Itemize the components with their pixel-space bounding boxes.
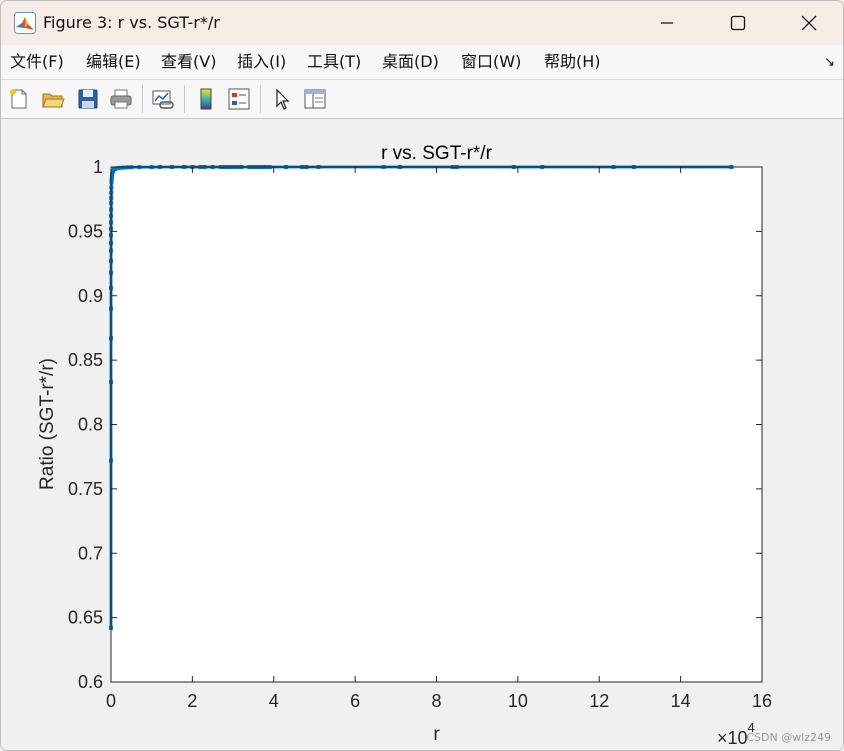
menu-overflow-arrow-icon[interactable]: ↘ xyxy=(824,55,835,70)
x-tick-label: 4 xyxy=(269,691,279,711)
x-tick-label: 10 xyxy=(508,691,528,711)
x-tick-label: 16 xyxy=(752,691,772,711)
x-tick-label: 2 xyxy=(187,691,197,711)
x-tick-label: 12 xyxy=(589,691,609,711)
x-axis-label: r xyxy=(433,724,440,745)
pointer-button[interactable] xyxy=(269,86,295,112)
maximize-button[interactable] xyxy=(708,1,768,45)
chart-title: r vs. SGT-r*/r xyxy=(381,143,493,164)
print-button[interactable] xyxy=(108,86,134,112)
legend-icon xyxy=(228,88,250,110)
legend-button[interactable] xyxy=(226,86,252,112)
open-file-icon xyxy=(42,93,65,108)
menu-file[interactable]: 文件(F) xyxy=(10,52,64,72)
matlab-icon xyxy=(14,12,36,34)
x-exponent-base: ×10 xyxy=(717,728,748,748)
new-figure-icon xyxy=(10,89,27,109)
scatter-plot[interactable]: 0 2 4 6 8 10 12 14 16 0.6 0.65 0.7 0.75 0.8 0.85 0.9 0.… xyxy=(1,119,844,751)
menu-tools[interactable]: 工具(T) xyxy=(307,52,361,72)
y-tick-label: 0.75 xyxy=(68,479,103,499)
minimize-icon xyxy=(661,22,673,24)
watermark: CSDN @wlz249 xyxy=(746,731,831,744)
menu-view[interactable]: 查看(V) xyxy=(161,52,216,72)
toolbar-separator xyxy=(260,85,262,113)
y-axis-label: Ratio (SGT-r*/r) xyxy=(37,358,58,490)
x-tick-label: 14 xyxy=(671,691,691,711)
new-figure-button[interactable] xyxy=(6,86,32,112)
menu-window[interactable]: 窗口(W) xyxy=(461,52,521,72)
title-bar[interactable]: Figure 3: r vs. SGT-r*/r xyxy=(1,1,843,45)
y-tick-label: 1 xyxy=(93,157,103,177)
link-plot-button[interactable] xyxy=(150,86,176,112)
menu-bar: 文件(F) 编辑(E) 查看(V) 插入(I) 工具(T) 桌面(D) 窗口(W… xyxy=(1,45,843,79)
property-editor-icon xyxy=(304,89,326,109)
data-point xyxy=(121,165,126,170)
y-tick-label: 0.9 xyxy=(78,286,103,306)
colorbar-icon xyxy=(200,88,212,110)
y-tick-label: 0.7 xyxy=(78,543,103,563)
open-file-button[interactable] xyxy=(40,86,66,112)
toolbar-separator xyxy=(184,85,186,113)
x-tick-label: 0 xyxy=(106,691,116,711)
pointer-icon xyxy=(276,88,290,110)
figure-window: Figure 3: r vs. SGT-r*/r 文件(F) 编辑(E) 查看(… xyxy=(0,0,844,751)
menu-insert[interactable]: 插入(I) xyxy=(237,52,286,72)
close-icon xyxy=(801,15,817,31)
y-tick-label: 0.85 xyxy=(68,350,103,370)
menu-help[interactable]: 帮助(H) xyxy=(544,52,601,72)
minimize-button[interactable] xyxy=(637,1,697,45)
menu-desktop[interactable]: 桌面(D) xyxy=(382,52,439,72)
x-tick-label: 6 xyxy=(350,691,360,711)
y-tick-label: 0.65 xyxy=(68,608,103,628)
property-editor-button[interactable] xyxy=(302,86,328,112)
figure-canvas[interactable]: 0 2 4 6 8 10 12 14 16 0.6 0.65 0.7 0.75 0.8 0.85 0.9 0.… xyxy=(1,119,844,751)
save-button[interactable] xyxy=(75,86,101,112)
maximize-icon xyxy=(730,15,746,31)
x-tick-label: 8 xyxy=(431,691,441,711)
colorbar-button[interactable] xyxy=(193,86,219,112)
y-tick-label: 0.8 xyxy=(78,415,103,435)
link-plot-icon xyxy=(152,90,174,109)
save-icon xyxy=(78,89,98,109)
window-title: Figure 3: r vs. SGT-r*/r xyxy=(43,13,220,32)
toolbar-separator xyxy=(142,85,144,113)
y-tick-label: 0.6 xyxy=(78,672,103,692)
print-icon xyxy=(110,89,132,109)
menu-edit[interactable]: 编辑(E) xyxy=(86,52,141,72)
plot-area-background xyxy=(111,167,762,682)
figure-toolbar xyxy=(1,79,843,119)
y-tick-label: 0.95 xyxy=(68,221,103,241)
close-button[interactable] xyxy=(779,1,839,45)
